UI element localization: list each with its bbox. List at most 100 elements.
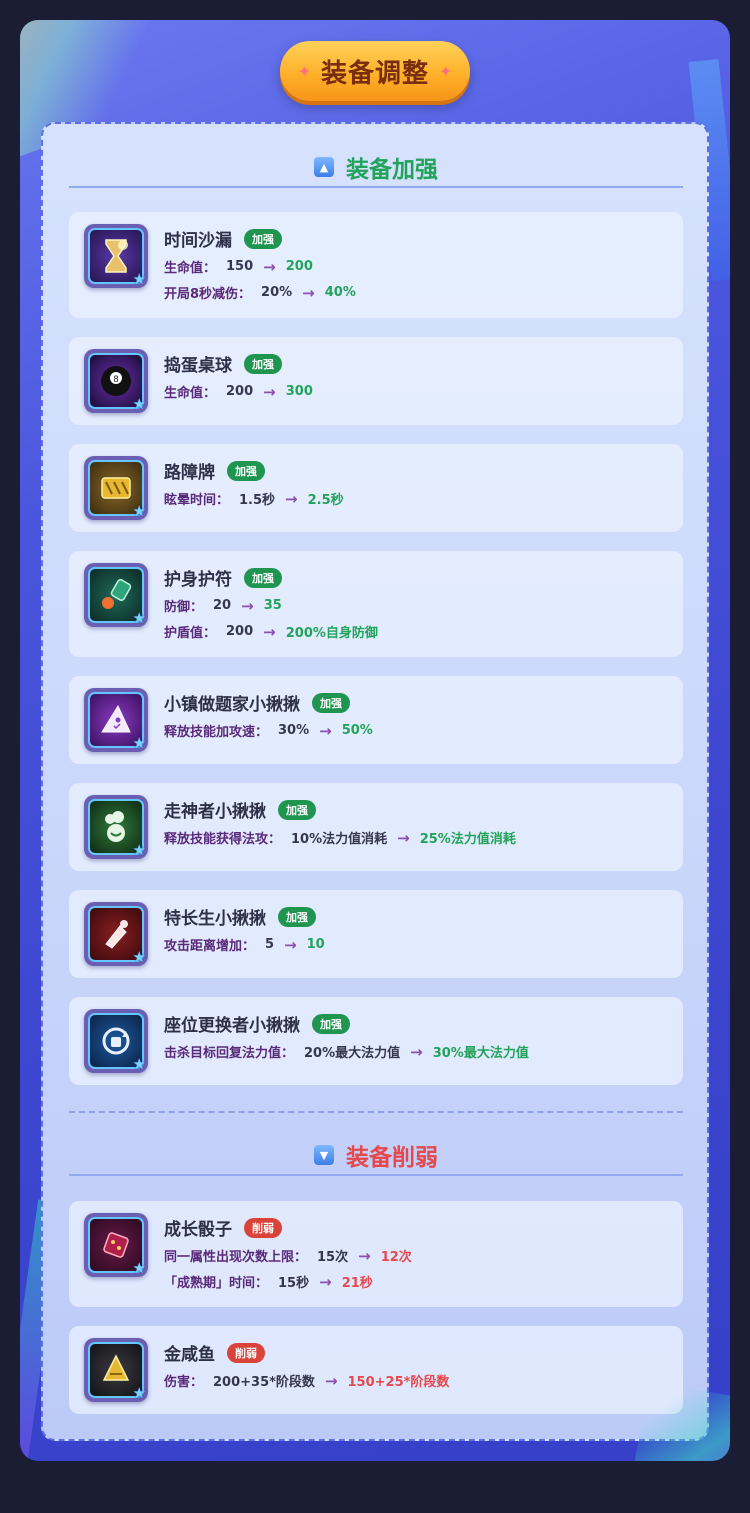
- stat-old-value: 200+35*阶段数: [213, 1375, 315, 1390]
- item-name: 小镇做题家小揪揪: [164, 695, 300, 715]
- item-card: ★ 特长生小揪揪 加强 攻击距离增加： 5 → 10: [69, 890, 683, 978]
- item-name: 成长骰子: [164, 1220, 232, 1240]
- nerf-section-header: ▼ 装备削弱: [69, 1136, 683, 1176]
- item-name-row: 特长生小揪揪 加强: [164, 904, 316, 929]
- buff-section-title: 装备加强: [346, 157, 438, 183]
- stat-old-value: 15次: [317, 1250, 349, 1265]
- item-name: 时间沙漏: [164, 231, 232, 251]
- star-icon: ★: [132, 1259, 146, 1277]
- stat-label: 「成熟期」时间：: [164, 1276, 269, 1291]
- stat-label: 眩晕时间：: [164, 493, 230, 508]
- stat-new-value: 2.5秒: [307, 493, 344, 508]
- item-card: ★ 时间沙漏 加强 生命值： 150 → 200 开局8秒减伤： 20% → 4…: [69, 212, 683, 318]
- stat-old-value: 5: [265, 937, 275, 952]
- item-name: 走神者小揪揪: [164, 802, 266, 822]
- stat-old-value: 200: [226, 384, 254, 399]
- item-card: ★ 走神者小揪揪 加强 释放技能获得法攻： 10%法力值消耗 → 25%法力值消…: [69, 783, 683, 871]
- stat-new-value: 150+25*阶段数: [347, 1375, 450, 1390]
- stat-new-value: 35: [263, 598, 282, 613]
- item-icon-frame: ★: [84, 795, 148, 859]
- stat-label: 生命值：: [164, 261, 217, 276]
- item-name-row: 座位更换者小揪揪 加强: [164, 1011, 350, 1036]
- item-name: 路障牌: [164, 463, 215, 483]
- stat-new-value: 200%自身防御: [285, 626, 378, 641]
- star-icon: ★: [132, 948, 146, 966]
- item-name-row: 护身护符 加强: [164, 565, 282, 590]
- stat-new-value: 10: [306, 937, 325, 952]
- item-card: ★ 护身护符 加强 防御： 20 → 35 护盾值： 200 → 200%自身防…: [69, 551, 683, 657]
- stat-row: 释放技能加攻速： 30% → 50%: [164, 721, 373, 741]
- arrow-icon: →: [285, 489, 298, 508]
- stat-new-value: 25%法力值消耗: [419, 832, 516, 847]
- item-card: 8 ★ 捣蛋桌球 加强 生命值： 200 → 300: [69, 337, 683, 425]
- svg-text:8: 8: [113, 374, 118, 384]
- stat-label: 攻击距离增加：: [164, 939, 256, 954]
- buff-badge: 加强: [244, 353, 282, 374]
- nerf-badge: 削弱: [244, 1217, 282, 1238]
- item-icon-frame: ★: [84, 1009, 148, 1073]
- title-banner: ✦ 装备调整 ✦: [280, 41, 470, 101]
- star-icon: ★: [132, 270, 146, 288]
- stat-new-value: 300: [285, 384, 313, 399]
- arrow-icon: →: [319, 1272, 332, 1291]
- arrow-icon: →: [284, 935, 297, 954]
- stat-row: 攻击距离增加： 5 → 10: [164, 935, 325, 955]
- item-name: 金咸鱼: [164, 1345, 215, 1365]
- item-icon-frame: ★: [84, 902, 148, 966]
- buff-badge: 加强: [312, 1013, 350, 1034]
- nerf-badge: 削弱: [227, 1342, 265, 1363]
- buff-badge: 加强: [227, 460, 265, 481]
- item-icon-frame: ★: [84, 1213, 148, 1277]
- arrow-icon: →: [358, 1246, 371, 1265]
- item-icon-frame: ★: [84, 563, 148, 627]
- arrow-icon: →: [319, 721, 332, 740]
- star-icon: ★: [132, 734, 146, 752]
- arrow-icon: →: [263, 382, 276, 401]
- arrow-icon: →: [324, 1371, 338, 1390]
- stat-label: 释放技能获得法攻：: [164, 832, 282, 847]
- item-name-row: 走神者小揪揪 加强: [164, 797, 316, 822]
- arrow-icon: →: [302, 283, 315, 302]
- stat-old-value: 20: [213, 598, 232, 613]
- item-name-row: 路障牌 加强: [164, 458, 265, 483]
- buff-badge: 加强: [278, 799, 316, 820]
- arrow-icon: →: [241, 596, 254, 615]
- item-icon-frame: ★: [84, 1338, 148, 1402]
- arrow-icon: →: [263, 257, 276, 276]
- item-name-row: 时间沙漏 加强: [164, 226, 282, 251]
- event-frame: ✦ 装备调整 ✦ ▲ 装备加强 ★ 时间沙漏 加强 生命值： 150 → 200…: [20, 20, 730, 1461]
- stat-old-value: 200: [226, 624, 254, 639]
- buff-section-header: ▲ 装备加强: [69, 148, 683, 188]
- item-card: ★ 金咸鱼 削弱 伤害： 200+35*阶段数 → 150+25*阶段数: [69, 1326, 683, 1414]
- stat-label: 释放技能加攻速：: [164, 725, 269, 740]
- stat-old-value: 150: [226, 259, 254, 274]
- buff-badge: 加强: [244, 228, 282, 249]
- stat-row: 生命值： 150 → 200: [164, 257, 313, 277]
- stat-row: 护盾值： 200 → 200%自身防御: [164, 622, 378, 642]
- star-icon: ★: [132, 1055, 146, 1073]
- arrow-icon: →: [410, 1042, 423, 1061]
- arrow-icon: →: [263, 622, 276, 641]
- equipment-panel: ▲ 装备加强 ★ 时间沙漏 加强 生命值： 150 → 200 开局8秒减伤： …: [41, 122, 709, 1441]
- item-icon-frame: ★: [84, 224, 148, 288]
- stat-new-value: 30%最大法力值: [432, 1046, 529, 1061]
- item-card: ★ 路障牌 加强 眩晕时间： 1.5秒 → 2.5秒: [69, 444, 683, 532]
- item-name-row: 小镇做题家小揪揪 加强: [164, 690, 350, 715]
- stat-old-value: 20%: [261, 285, 293, 300]
- stat-row: 开局8秒减伤： 20% → 40%: [164, 283, 356, 303]
- stat-label: 生命值：: [164, 386, 217, 401]
- buff-badge: 加强: [244, 567, 282, 588]
- item-name-row: 金咸鱼 削弱: [164, 1340, 265, 1365]
- star-icon: ★: [132, 841, 146, 859]
- stat-old-value: 1.5秒: [239, 493, 276, 508]
- stat-new-value: 200: [285, 259, 313, 274]
- item-name: 座位更换者小揪揪: [164, 1016, 300, 1036]
- stat-row: 「成熟期」时间： 15秒 → 21秒: [164, 1272, 373, 1292]
- item-card: ★ 成长骰子 削弱 同一属性出现次数上限： 15次 → 12次 「成熟期」时间：…: [69, 1201, 683, 1307]
- stat-row: 同一属性出现次数上限： 15次 → 12次: [164, 1246, 412, 1266]
- section-divider: [69, 1111, 683, 1113]
- item-icon-frame: ★: [84, 456, 148, 520]
- triangle-up-icon: ▲: [314, 157, 334, 177]
- buff-badge: 加强: [278, 906, 316, 927]
- stat-label: 开局8秒减伤：: [164, 287, 252, 302]
